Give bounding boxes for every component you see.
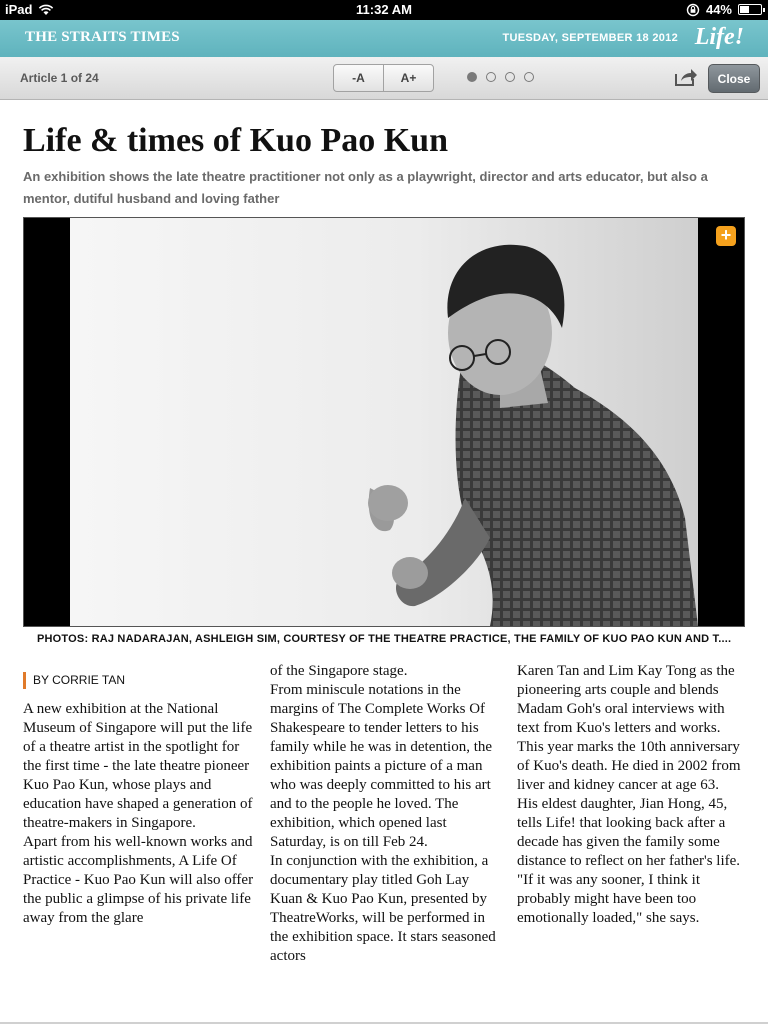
page-dot[interactable]	[505, 72, 515, 82]
close-button[interactable]: Close	[708, 64, 760, 93]
share-icon[interactable]	[673, 66, 698, 88]
paragraph: "If it was any sooner, I think it probab…	[517, 872, 700, 926]
font-size-control: -A A+	[333, 64, 434, 92]
page-indicator	[467, 72, 534, 82]
page-dot[interactable]	[524, 72, 534, 82]
article-headline: Life & times of Kuo Pao Kun	[23, 122, 448, 159]
page-dot[interactable]	[486, 72, 496, 82]
byline: BY CORRIE TAN	[23, 672, 125, 689]
reader-toolbar: Article 1 of 24 -A A+	[0, 57, 768, 100]
article-counter: Article 1 of 24	[20, 71, 99, 85]
clock: 11:32 AM	[356, 2, 412, 17]
paragraph: His eldest daughter, Jian Hong, 45, tell…	[517, 796, 741, 869]
section-logo: Life!	[694, 24, 744, 50]
paragraph: This year marks the 10th anniversary of …	[517, 739, 741, 793]
article-column-1: A new exhibition at the National Museum …	[23, 700, 255, 928]
paragraph: of the Singapore stage.	[270, 663, 408, 679]
paragraph: Apart from his well-known works and arti…	[23, 834, 254, 926]
photo-image	[70, 218, 698, 626]
battery-percent: 44%	[705, 2, 732, 17]
paragraph: A new exhibition at the National Museum …	[23, 701, 253, 831]
page-dot[interactable]	[467, 72, 477, 82]
battery-icon	[738, 4, 765, 15]
paragraph: Karen Tan and Lim Kay Tong as the pionee…	[517, 663, 735, 736]
font-decrease-button[interactable]: -A	[334, 65, 383, 91]
expand-photo-icon[interactable]: +	[716, 226, 736, 246]
issue-date: TUESDAY, SEPTEMBER 18 2012	[502, 32, 678, 44]
font-increase-button[interactable]: A+	[383, 65, 433, 91]
article-column-2: of the Singapore stage. From miniscule n…	[270, 662, 502, 966]
masthead: THE STRAITS TIMES TUESDAY, SEPTEMBER 18 …	[0, 20, 768, 57]
article-standfirst: An exhibition shows the late theatre pra…	[23, 169, 708, 206]
paragraph: From miniscule notations in the margins …	[270, 682, 493, 850]
photo-caption: PHOTOS: RAJ NADARAJAN, ASHLEIGH SIM, COU…	[37, 633, 732, 645]
newspaper-title: THE STRAITS TIMES	[25, 29, 180, 45]
article-photo[interactable]	[23, 217, 745, 627]
paragraph: In conjunction with the exhibition, a do…	[270, 853, 496, 964]
status-bar: iPad 11:32 AM 44%	[0, 0, 768, 20]
orientation-lock-icon	[686, 3, 700, 16]
article-column-3: Karen Tan and Lim Kay Tong as the pionee…	[517, 662, 749, 928]
